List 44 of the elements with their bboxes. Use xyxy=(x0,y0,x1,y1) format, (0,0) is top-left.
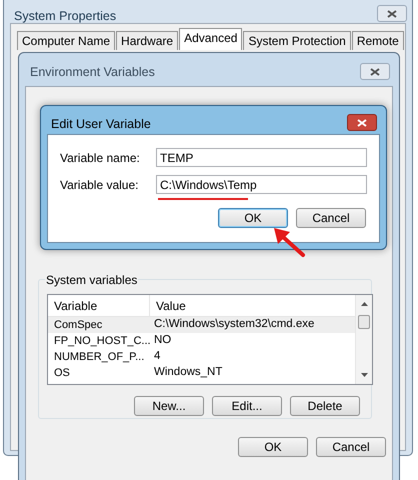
window-title: Environment Variables xyxy=(30,64,155,81)
variable-cell-text: FP_NO_HOST_C... xyxy=(53,334,152,349)
value-cell-text: Windows_NT xyxy=(153,365,224,380)
close-icon xyxy=(370,68,380,76)
input-field[interactable]: C:\Windows\Temp xyxy=(156,175,367,194)
dialog-button[interactable]: New... xyxy=(134,396,204,416)
variable-cell-text: NUMBER_OF_P... xyxy=(53,350,146,365)
down-arrow-icon xyxy=(361,373,368,377)
list-row[interactable]: OS Windows_NT xyxy=(48,365,355,381)
dialog-button[interactable]: Cancel xyxy=(316,437,386,457)
scrollbar[interactable] xyxy=(355,295,372,384)
tab[interactable]: Computer Name xyxy=(17,31,116,50)
variable-cell-text: ComSpec xyxy=(53,318,104,333)
tab[interactable]: Hardware xyxy=(116,31,178,50)
list-row[interactable]: ComSpec C:\Windows\system32\cmd.exe xyxy=(48,317,355,333)
tab[interactable]: Advanced xyxy=(179,28,242,50)
close-button[interactable] xyxy=(360,63,390,80)
field-label: Variable name: xyxy=(60,150,141,166)
field-label: Variable value: xyxy=(60,176,140,194)
value-cell-text: 4 xyxy=(153,349,162,364)
scroll-thumb[interactable] xyxy=(358,315,370,329)
window-title: System Properties xyxy=(14,8,116,25)
dialog-button[interactable]: Edit... xyxy=(212,396,282,416)
tab[interactable]: System Protection xyxy=(243,31,351,50)
close-icon xyxy=(387,10,397,18)
dialog-title: Edit User Variable xyxy=(51,116,151,133)
variable-cell-text: OS xyxy=(53,366,71,381)
value-cell-text: NO xyxy=(153,333,172,348)
column-header[interactable]: Value xyxy=(150,295,192,316)
list-row[interactable]: FP_NO_HOST_C... NO xyxy=(48,333,355,349)
close-icon xyxy=(357,118,367,126)
arrow-annotation xyxy=(272,226,306,258)
list-row[interactable]: NUMBER_OF_P... 4 xyxy=(48,349,355,365)
input-field[interactable]: TEMP xyxy=(156,148,367,167)
dialog-button[interactable]: OK xyxy=(238,437,308,457)
dialog-button[interactable]: Cancel xyxy=(296,208,366,228)
up-arrow-icon xyxy=(361,302,368,306)
tab[interactable]: Remote xyxy=(352,31,404,50)
close-button[interactable] xyxy=(377,5,407,22)
dialog-button[interactable]: Delete xyxy=(290,396,360,416)
ok-button[interactable]: OK xyxy=(218,208,288,228)
column-header[interactable]: Variable xyxy=(48,295,150,316)
value-cell-text: C:\Windows\system32\cmd.exe xyxy=(153,317,316,332)
close-button[interactable] xyxy=(347,114,377,131)
